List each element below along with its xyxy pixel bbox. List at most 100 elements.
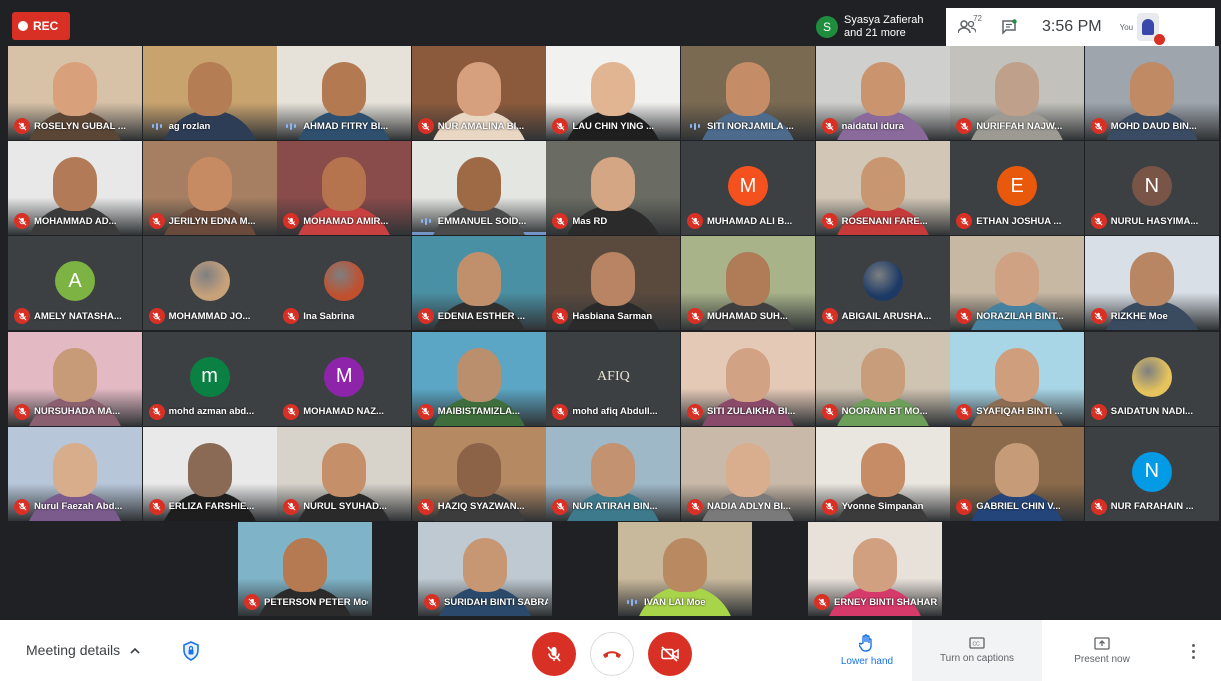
participant-tile[interactable]: A AMELY NATASHA... [8,236,142,331]
top-bar: REC S Syasya Zafierah and 21 more 72 3:5… [0,0,1221,46]
participant-tile[interactable]: NORAZILAH BINT... [950,236,1085,331]
participant-label: Hasbiana Sarman [552,308,676,325]
participant-tile[interactable]: NUR AMALINA BI... [411,46,546,140]
presenter-chip[interactable]: S Syasya Zafierah and 21 more [810,8,946,46]
participant-name: mohd azman abd... [168,406,255,418]
participant-tile[interactable]: ag rozlan [142,46,277,140]
top-right-panel: 72 3:56 PM You [946,8,1215,46]
participant-tile[interactable]: NURIFFAH NAJW... [950,46,1085,140]
participant-tile[interactable]: Nurul Faezah Abd... [8,426,142,521]
mic-off-icon [956,213,973,230]
participant-label: mohd afiq Abdull... [552,403,676,420]
speaking-indicator-icon [418,213,434,229]
participant-tile[interactable]: PETERSON PETER Moe [238,522,372,616]
call-controls [532,632,692,676]
participant-tile[interactable]: M MUHAMAD ALI B... [681,141,815,236]
mic-off-icon [821,118,838,134]
participant-tile[interactable]: MOHAMAD AMIR... [277,141,412,236]
participant-tile[interactable]: SITI NORJAMILA ... [681,46,815,140]
lower-hand-button[interactable]: Lower hand [822,620,912,681]
self-view[interactable] [1137,13,1166,45]
participant-tile[interactable]: GABRIEL CHIN V... [950,426,1085,521]
participant-tile[interactable]: MUHAMAD SUH... [681,236,815,331]
participant-label: PETERSON PETER Moe [244,594,368,610]
participant-tile[interactable]: HAZIQ SYAZWAN... [411,426,546,521]
participant-label: NUR FARAHAIN ... [1090,498,1215,515]
leave-call-button[interactable] [590,632,634,676]
participant-tile[interactable]: JERILYN EDNA M... [142,141,277,236]
participant-tile[interactable]: MAIBISTAMIZLA... [411,331,546,426]
participant-tile[interactable]: Yvonne Simpanan [815,426,950,521]
participant-tile[interactable]: ERNEY BINTI SHAHARMAN... [808,522,942,616]
mic-off-icon [424,594,440,610]
participant-name: SAIDATUN NADI... [1110,406,1193,418]
participant-tile[interactable]: MOHAMMAD JO... [142,236,277,331]
participant-tile[interactable]: SITI ZULAIKHA BI... [681,331,815,426]
participant-avatar: M [728,166,768,207]
participant-tile[interactable]: NURSUHADA MA... [8,331,142,426]
participant-tile[interactable]: AFIQ mohd afiq Abdull... [546,331,681,426]
participant-label: AMELY NATASHA... [14,308,138,325]
participant-tile[interactable]: ERLIZA FARSHIE... [142,426,277,521]
speaking-indicator-icon [149,118,165,134]
participant-tile[interactable]: SAIDATUN NADI... [1084,331,1219,426]
mic-off-icon [283,308,300,325]
participant-tile[interactable]: AHMAD FITRY BI... [277,46,412,140]
participant-name: NORAZILAH BINT... [976,310,1064,322]
mic-off-icon [547,646,561,662]
mic-off-icon [14,308,30,325]
participant-tile[interactable]: LAU CHIN YING ... [546,46,681,140]
people-button[interactable]: 72 [946,8,988,46]
participant-label: MOHAMMAD AD... [14,213,138,230]
camera-toggle-button[interactable] [648,632,692,676]
hang-up-icon [603,651,621,658]
speaking-indicator-icon [283,118,299,134]
participant-face [322,442,367,497]
more-options-button[interactable] [1186,640,1200,662]
participant-tile[interactable]: Ina Sabrina [277,236,412,331]
participant-tile[interactable]: Hasbiana Sarman [546,236,681,331]
speaking-indicator-icon [624,594,640,610]
participant-tile[interactable]: m mohd azman abd... [142,331,277,426]
shield-icon[interactable] [180,640,202,662]
participant-tile[interactable]: E ETHAN JOSHUA ... [950,141,1085,236]
participant-tile[interactable]: N NURUL HASYIMA... [1084,141,1219,236]
participant-tile[interactable]: NUR ATIRAH BIN... [546,426,681,521]
chevron-up-icon [130,647,140,654]
captions-button[interactable]: CC Turn on captions [912,620,1042,681]
participant-tile[interactable]: SURIDAH BINTI SABRAN Moe [418,522,552,616]
mic-off-icon [148,308,165,325]
participant-tile[interactable]: SYAFIQAH BINTI ... [950,331,1085,426]
participant-label: NURUL HASYIMA... [1090,213,1215,230]
meeting-details-button[interactable]: Meeting details [26,642,140,658]
participant-tile[interactable]: NADIA ADLYN BI... [681,426,815,521]
participant-name: SITI ZULAIKHA BI... [707,406,796,418]
participant-tile[interactable]: EMMANUEL SOID... [411,141,546,236]
participant-tile[interactable]: M MOHAMAD NAZ... [277,331,412,426]
participant-tile[interactable]: Mas RD [546,141,681,236]
participant-tile[interactable]: EDENIA ESTHER ... [411,236,546,331]
mic-off-icon [283,498,300,515]
participant-name: NUR ATIRAH BIN... [572,501,658,513]
participant-tile[interactable]: ROSELYN GUBAL ... [8,46,142,140]
mic-toggle-button[interactable] [532,632,576,676]
participant-tile[interactable]: RIZKHE Moe [1084,236,1219,331]
participant-name: ROSENANI FARE... [841,215,928,227]
participant-label: MUHAMAD SUH... [687,308,811,325]
participant-tile[interactable]: IVAN LAI Moe [618,522,752,616]
mic-off-icon [417,498,434,515]
mic-off-icon [1090,403,1107,420]
participant-tile[interactable]: MOHAMMAD AD... [8,141,142,236]
participant-label: NURSUHADA MA... [14,403,138,420]
participant-tile[interactable]: ROSENANI FARE... [815,141,950,236]
participant-tile[interactable]: ABIGAIL ARUSHA... [815,236,950,331]
participant-avatar: N [1131,166,1172,207]
chat-button[interactable] [988,8,1030,46]
participant-tile[interactable]: naidatul idura [815,46,950,140]
participant-tile[interactable]: MOHD DAUD BIN... [1084,46,1219,140]
participant-tile[interactable]: NOORAIN BT MO... [815,331,950,426]
participant-face [53,157,97,212]
participant-tile[interactable]: NURUL SYUHAD... [277,426,412,521]
participant-tile[interactable]: N NUR FARAHAIN ... [1084,426,1219,521]
present-now-button[interactable]: Present now [1042,620,1162,681]
